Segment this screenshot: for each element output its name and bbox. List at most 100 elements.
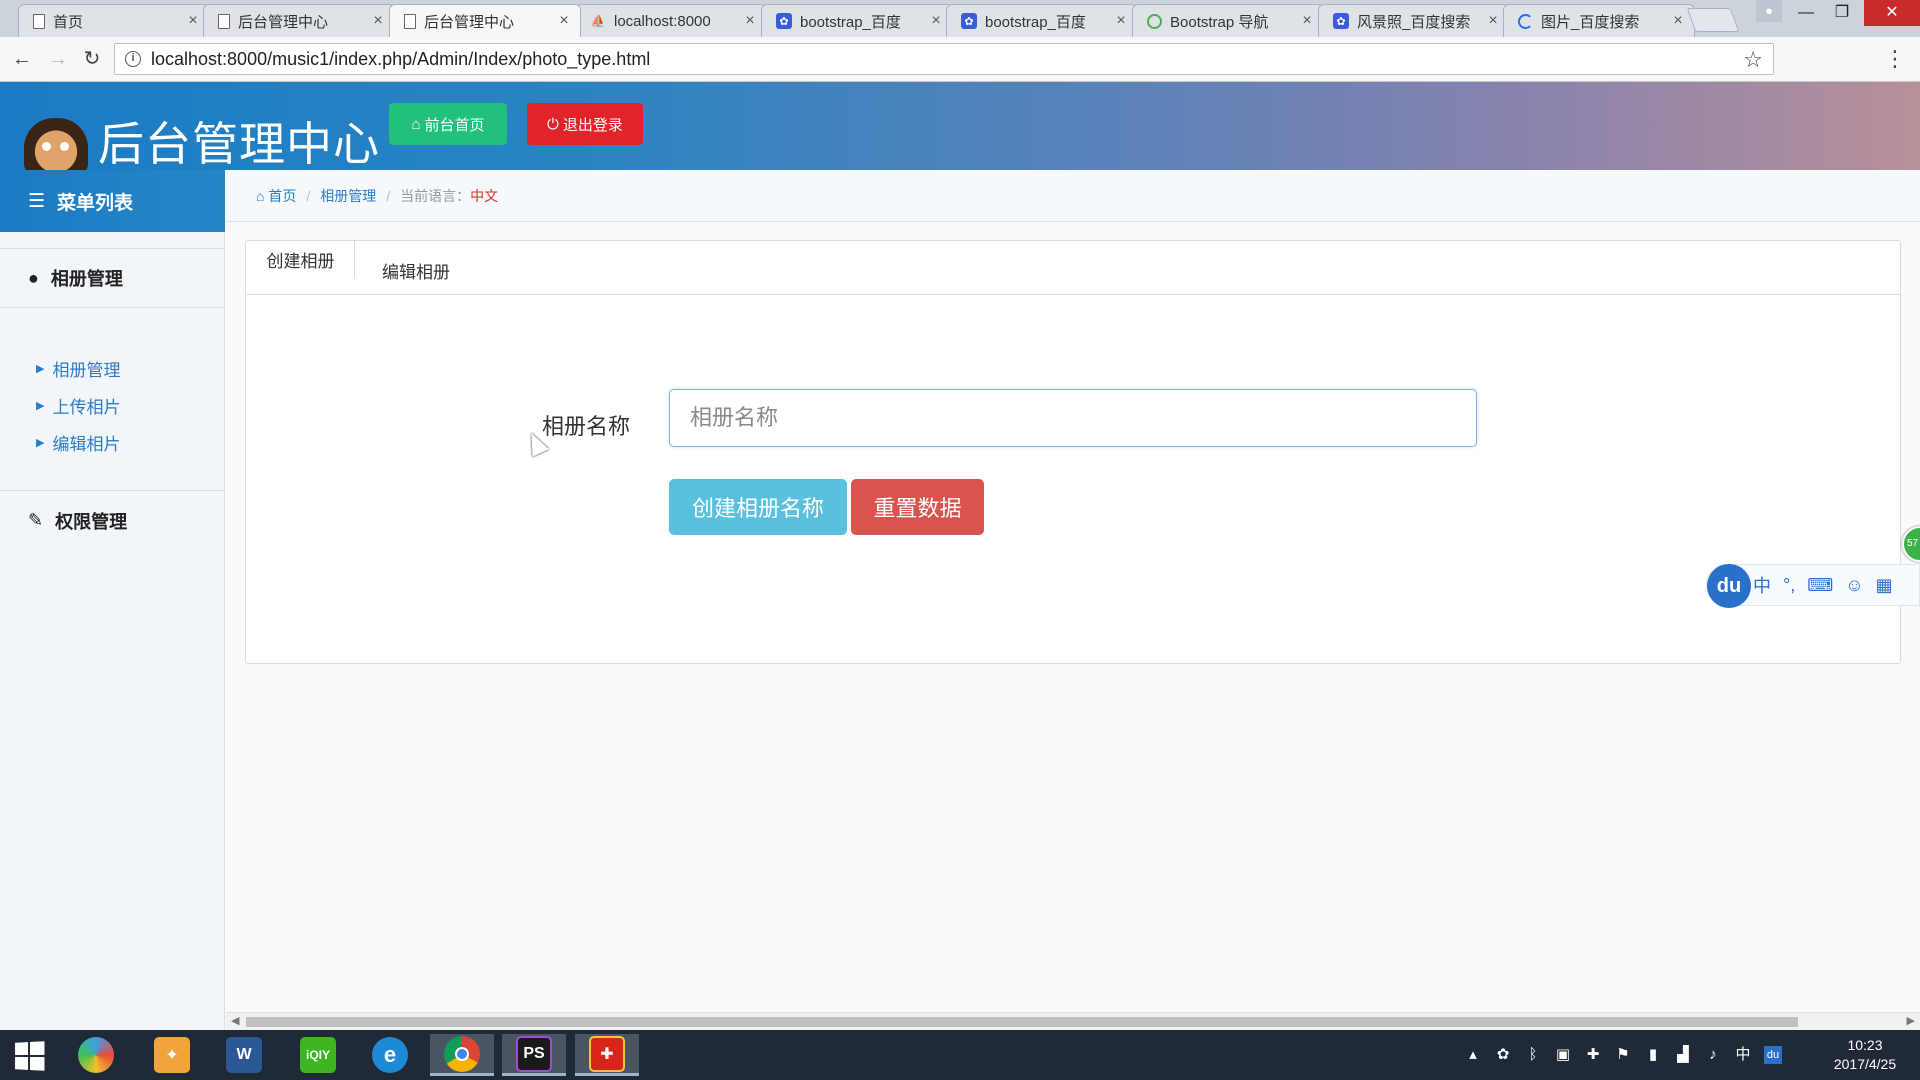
tray-expand-icon[interactable]: ▴ — [1464, 1046, 1482, 1064]
baidu-paw-icon: ✿ — [1333, 13, 1349, 29]
user-icon: ● — [28, 267, 39, 288]
taskbar-colorful-app[interactable] — [64, 1034, 128, 1076]
browser-tab[interactable]: ✿ bootstrap_百度 × — [946, 4, 1138, 37]
info-icon[interactable]: i — [125, 51, 141, 67]
sidebar-section-permissions[interactable]: ✎ 权限管理 — [0, 490, 225, 550]
sidebar-section-album[interactable]: ● 相册管理 — [0, 248, 225, 308]
browser-tab[interactable]: 首页 × — [18, 4, 210, 37]
album-name-input[interactable] — [669, 389, 1477, 447]
browser-tab-active[interactable]: 后台管理中心 × — [389, 4, 581, 37]
tray-app-icon[interactable]: ✚ — [1584, 1046, 1602, 1064]
back-icon[interactable]: ← — [8, 45, 36, 73]
create-album-button[interactable]: 创建相册名称 — [669, 479, 847, 535]
clock[interactable]: 10:23 2017/4/25 — [1820, 1036, 1910, 1074]
tray-app-icon[interactable]: ▣ — [1554, 1046, 1572, 1064]
taskbar-word[interactable]: W — [212, 1034, 276, 1076]
browser-tab[interactable]: Bootstrap 导航 × — [1132, 4, 1324, 37]
phpmyadmin-icon: ⛵ — [590, 14, 606, 28]
close-icon[interactable]: × — [1485, 12, 1501, 30]
reload-icon[interactable]: ↻ — [78, 45, 106, 73]
tab-create-album[interactable]: 创建相册 — [247, 241, 355, 279]
baidu-ime-tray-icon[interactable]: du — [1764, 1046, 1782, 1064]
sidebar-item-label: 编辑相片 — [52, 434, 121, 454]
ime-grid-icon[interactable]: ▦ — [1876, 575, 1893, 596]
ime-punctuation-indicator[interactable]: °, — [1783, 575, 1795, 596]
browser-tab[interactable]: ⛵ localhost:8000 × — [575, 4, 767, 37]
browser-tab[interactable]: ✿ bootstrap_百度 × — [761, 4, 953, 37]
bluetooth-icon[interactable]: ᛒ — [1524, 1046, 1542, 1064]
edit-icon: ✎ — [28, 510, 44, 530]
horizontal-scrollbar[interactable]: ◀ ▶ — [226, 1012, 1920, 1030]
browser-tab[interactable]: ✿ 风景照_百度搜索 × — [1318, 4, 1510, 37]
logout-button[interactable]: ⏻ 退出登录 — [527, 103, 643, 145]
sidebar-item-edit-photo[interactable]: ▶ 编辑相片 — [0, 424, 225, 460]
taskbar-phpstorm[interactable]: PS — [502, 1034, 566, 1076]
list-icon: ☰ — [28, 190, 46, 212]
album-panel: 创建相册 编辑相册 相册名称 创建相册名称 重置数据 — [245, 240, 1901, 664]
home-icon: ⌂ — [411, 115, 421, 133]
taskbar-chrome[interactable] — [430, 1034, 494, 1076]
tab-title: 图片_百度搜索 — [1541, 13, 1640, 31]
browser-tab-strip: 首页 × 后台管理中心 × 后台管理中心 × ⛵ localhost:8000 … — [0, 0, 1920, 37]
breadcrumb-separator: / — [386, 187, 391, 204]
document-icon — [404, 13, 416, 29]
scrollbar-thumb[interactable] — [246, 1017, 1798, 1027]
breadcrumb: ⌂ 首页 / 相册管理 / 当前语言： 中文 — [226, 170, 1920, 222]
breadcrumb-current[interactable]: 相册管理 — [320, 186, 376, 206]
ime-keyboard-icon[interactable]: ⌨ — [1807, 575, 1833, 596]
ime-user-icon[interactable]: ☺ — [1845, 575, 1863, 596]
floating-ball[interactable]: 57 — [1902, 526, 1920, 562]
browser-tab[interactable]: 图片_百度搜索 × — [1503, 4, 1695, 37]
breadcrumb-home[interactable]: 首页 — [268, 186, 296, 206]
taskbar-iqiyi[interactable]: iQIY — [286, 1034, 350, 1076]
clock-time: 10:23 — [1847, 1037, 1883, 1053]
close-icon[interactable]: × — [1299, 12, 1315, 30]
close-icon[interactable]: × — [556, 12, 572, 30]
window-close-button[interactable]: ✕ — [1864, 0, 1920, 26]
ime-toolbar[interactable]: du 中 °, ⌨ ☺ ▦ — [1706, 564, 1920, 608]
taskbar-internet-explorer[interactable]: e — [358, 1034, 422, 1076]
sidebar-item-upload-photo[interactable]: ▶ 上传相片 — [0, 387, 225, 423]
menu-title: 菜单列表 — [57, 192, 134, 214]
browser-tab[interactable]: 后台管理中心 × — [203, 4, 395, 37]
baidu-paw-icon: ✿ — [776, 13, 792, 29]
taskbar-red-app[interactable]: ✚ — [575, 1034, 639, 1076]
user-profile-icon[interactable]: ● — [1756, 0, 1782, 22]
baidu-ime-logo-icon[interactable]: du — [1707, 564, 1751, 608]
new-tab-button[interactable] — [1686, 8, 1740, 32]
bookmark-star-icon[interactable]: ☆ — [1743, 47, 1763, 73]
close-icon[interactable]: × — [928, 12, 944, 30]
sidebar: ☰ 菜单列表 ● 相册管理 ▶ 相册管理 ▶ 上传相片 ▶ 编辑相片 ✎ 权限管… — [0, 170, 225, 1030]
tab-title: bootstrap_百度 — [800, 13, 901, 31]
tab-edit-album[interactable]: 编辑相册 — [361, 251, 471, 289]
close-icon[interactable]: × — [370, 12, 386, 30]
sidebar-item-album-manage[interactable]: ▶ 相册管理 — [0, 350, 225, 386]
ime-mode-indicator[interactable]: 中 — [1753, 572, 1771, 598]
close-icon[interactable]: × — [185, 12, 201, 30]
reset-button[interactable]: 重置数据 — [851, 479, 984, 535]
network-signal-icon[interactable]: ▟ — [1674, 1046, 1692, 1064]
restore-button[interactable]: ❐ — [1820, 0, 1864, 26]
caret-right-icon: ▶ — [36, 362, 45, 375]
action-center-flag-icon[interactable]: ⚑ — [1614, 1046, 1632, 1064]
input-language[interactable]: 中 — [1734, 1046, 1752, 1064]
baidu-paw-icon: ✿ — [961, 13, 977, 29]
forward-icon[interactable]: → — [44, 45, 72, 73]
scroll-right-icon[interactable]: ▶ — [1907, 1014, 1915, 1027]
battery-icon[interactable]: ▮ — [1644, 1046, 1662, 1064]
tray-app-icon[interactable]: ✿ — [1494, 1046, 1512, 1064]
taskbar-sketch-app[interactable]: ✦ — [140, 1034, 204, 1076]
frontend-home-button[interactable]: ⌂ 前台首页 — [389, 103, 507, 145]
close-icon[interactable]: × — [742, 12, 758, 30]
caret-right-icon: ▶ — [36, 436, 45, 449]
bootstrap-icon — [1147, 13, 1162, 29]
scroll-left-icon[interactable]: ◀ — [231, 1014, 239, 1027]
avatar — [24, 118, 88, 174]
volume-icon[interactable]: ♪ — [1704, 1046, 1722, 1064]
menu-list-header: ☰ 菜单列表 — [0, 170, 225, 232]
close-icon[interactable]: × — [1113, 12, 1129, 30]
close-icon[interactable]: × — [1670, 12, 1686, 30]
more-menu-icon[interactable]: ⋮ — [1884, 45, 1906, 73]
windows-start-icon[interactable] — [15, 1041, 45, 1071]
address-bar[interactable]: i localhost:8000/music1/index.php/Admin/… — [114, 43, 1774, 75]
